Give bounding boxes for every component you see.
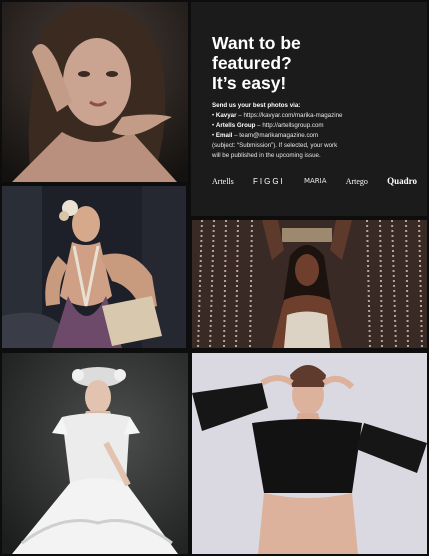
headline: Want to be featured? It’s easy! xyxy=(212,33,412,93)
submission-intro: Send us your best photos via: xyxy=(212,102,301,109)
magazine-page: Want to be featured? It’s easy! Send us … xyxy=(0,0,429,556)
logo-artego: Artego xyxy=(345,176,368,186)
email-line[interactable]: • Email – team@marikamagazine.com xyxy=(212,131,422,141)
logo-artells: Artells xyxy=(212,176,234,186)
photo-black-crop-top xyxy=(192,353,427,554)
kavyar-label: Kavyar xyxy=(215,112,237,119)
photo-portrait-hands xyxy=(2,2,188,182)
photo-pearls-flowers xyxy=(2,186,186,348)
feature-info-panel: Want to be featured? It’s easy! Send us … xyxy=(191,2,427,216)
logo-figgi: FIGGI xyxy=(252,176,285,186)
photo-white-gown xyxy=(2,353,188,554)
kavyar-link[interactable]: – https://kavyar.com/marika-magazine xyxy=(238,112,342,119)
logo-maria: MARIA xyxy=(303,177,327,185)
artells-label: Artells Group xyxy=(215,122,256,129)
artells-link[interactable]: – http://artellsgroup.com xyxy=(257,122,323,129)
logo-quadro: Quadro xyxy=(387,176,417,186)
submission-note-1: (subject: “Submission”). If selected, yo… xyxy=(212,142,338,149)
headline-line-2: featured? xyxy=(212,53,292,73)
photo-beaded-curtain xyxy=(192,220,427,348)
submission-info: Send us your best photos via: • Kavyar –… xyxy=(212,101,422,161)
email-link[interactable]: – team@marikamagazine.com xyxy=(234,132,318,139)
headline-line-1: Want to be xyxy=(212,33,301,53)
headline-line-3: It’s easy! xyxy=(212,73,287,93)
email-label: Email xyxy=(215,132,233,139)
submission-note-2: will be published in the upcoming issue. xyxy=(212,152,321,159)
kavyar-line[interactable]: • Kavyar – https://kavyar.com/marika-mag… xyxy=(212,111,422,121)
artells-line[interactable]: • Artells Group – http://artellsgroup.co… xyxy=(212,121,422,131)
partner-logos: Artells FIGGI MARIA Artego Quadro xyxy=(212,174,417,188)
